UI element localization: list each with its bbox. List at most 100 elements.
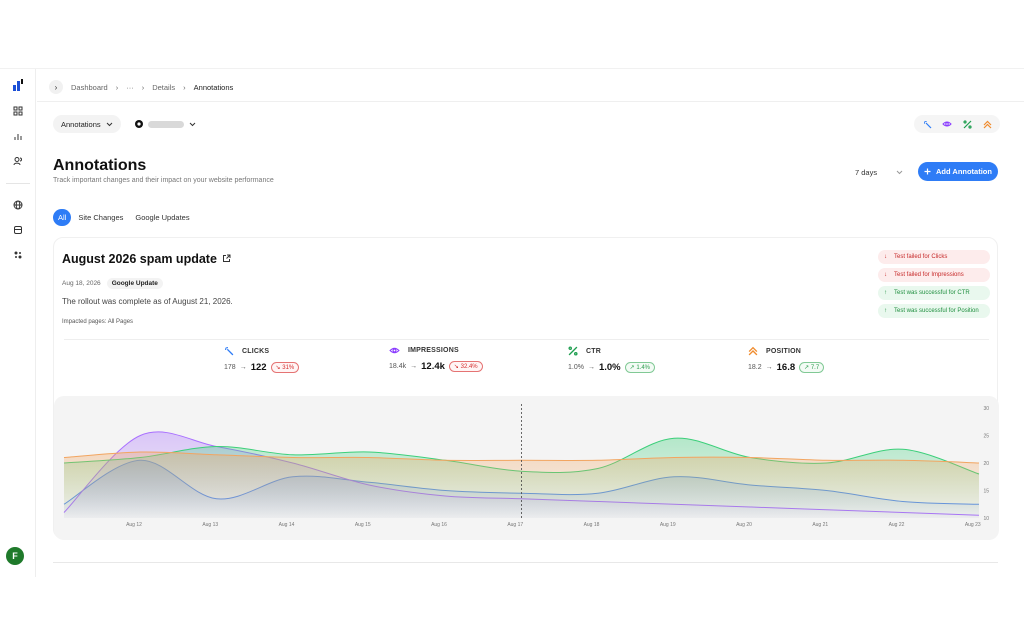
- test-results: ↓ Test failed for Clicks ↓ Test failed for…: [878, 250, 990, 322]
- metric-position: POSITION 18.2 → 16.8 ↗ 7.7: [748, 346, 898, 373]
- test-result-label: Test was successful for Position: [894, 308, 979, 314]
- x-tick-label: Aug 22: [889, 522, 905, 528]
- arrow-up-icon: ↑: [884, 290, 887, 296]
- integrations-icon[interactable]: [8, 245, 28, 265]
- storage-icon[interactable]: [8, 220, 28, 240]
- app-window: F › Dashboard › ··· › Details › Annotati…: [0, 68, 1024, 577]
- annotation-date: Aug 18, 2026: [62, 280, 101, 287]
- card-divider: [64, 339, 989, 340]
- add-annotation-button[interactable]: Add Annotation: [918, 162, 998, 181]
- annotation-type-badge: Google Update: [106, 278, 163, 289]
- annotation-description: The rollout was complete as of August 21…: [62, 297, 233, 306]
- arrow-up-icon: ↑: [884, 308, 887, 314]
- metric-to: 1.0%: [598, 362, 621, 373]
- tab-google-updates[interactable]: Google Updates: [130, 209, 194, 226]
- y-tick-label: 15: [983, 489, 989, 495]
- plus-icon: [924, 168, 931, 175]
- arrow-right-icon: →: [765, 364, 773, 371]
- header-divider: [37, 101, 1024, 102]
- metric-from: 1.0%: [568, 364, 584, 371]
- metric-change-badge: ↗ 1.4%: [624, 362, 656, 373]
- page-title: Annotations: [53, 157, 147, 174]
- date-range-label: 7 days: [855, 167, 878, 177]
- breadcrumb: › Dashboard › ··· › Details › Annotation…: [49, 79, 233, 95]
- test-result-position: ↑ Test was successful for Position: [878, 304, 990, 318]
- ctr-toggle-icon[interactable]: [958, 116, 976, 132]
- metric-change: 1.4%: [636, 365, 651, 371]
- y-tick-label: 10: [983, 516, 989, 522]
- chevron-down-icon: [189, 122, 196, 126]
- sidebar-divider: [6, 183, 30, 184]
- annotation-title[interactable]: August 2026 spam update: [62, 252, 231, 266]
- arrow-down-icon: ↓: [884, 272, 887, 278]
- main-content: › Dashboard › ··· › Details › Annotation…: [37, 69, 1024, 577]
- metric-change-badge: ↘ 32.4%: [448, 361, 483, 372]
- test-result-clicks: ↓ Test failed for Clicks: [878, 250, 990, 264]
- breadcrumb-dashboard[interactable]: Dashboard: [71, 83, 108, 92]
- external-link-icon[interactable]: [222, 254, 231, 263]
- metric-name: CLICKS: [242, 347, 270, 355]
- metric-from: 178: [224, 364, 236, 371]
- metric-name: POSITION: [766, 347, 802, 355]
- test-result-label: Test failed for Clicks: [894, 254, 948, 260]
- impressions-toggle-icon[interactable]: [938, 116, 956, 132]
- breadcrumb-separator: ›: [183, 82, 186, 92]
- tab-all[interactable]: All: [53, 209, 72, 226]
- breadcrumb-separator: ›: [141, 82, 145, 92]
- sidebar: F: [0, 69, 36, 577]
- x-tick-label: Aug 17: [507, 522, 523, 528]
- x-tick-label: Aug 18: [584, 522, 600, 528]
- app-logo-icon[interactable]: [8, 75, 28, 95]
- section-divider: [53, 562, 998, 563]
- metric-name: IMPRESSIONS: [408, 347, 459, 354]
- metric-impressions: IMPRESSIONS 18.4k → 12.4k ↘ 32.4%: [389, 346, 539, 372]
- x-tick-label: Aug 19: [660, 522, 676, 528]
- metric-to: 16.8: [776, 362, 796, 373]
- position-toggle-icon[interactable]: [978, 116, 996, 132]
- metric-to: 122: [250, 362, 267, 373]
- metric-change: 32.4%: [460, 364, 478, 370]
- breadcrumb-details[interactable]: Details: [152, 83, 175, 92]
- dashboard-grid-icon[interactable]: [8, 101, 28, 121]
- x-tick-label: Aug 15: [355, 522, 371, 528]
- breadcrumb-separator: ›: [115, 82, 119, 92]
- rank-up-icon: [748, 346, 758, 356]
- site-favicon-icon: [135, 120, 143, 128]
- x-tick-label: Aug 23: [965, 522, 981, 528]
- metric-name: CTR: [586, 347, 601, 355]
- add-annotation-label: Add Annotation: [936, 167, 992, 176]
- x-tick-label: Aug 14: [279, 522, 295, 528]
- page-subtitle: Track important changes and their impact…: [53, 177, 274, 184]
- metric-to: 12.4k: [421, 361, 445, 372]
- globe-icon[interactable]: [8, 195, 28, 215]
- x-tick-label: Aug 16: [431, 522, 447, 528]
- date-range-select[interactable]: 7 days: [849, 163, 909, 181]
- metric-toggle-group: [914, 115, 1000, 133]
- clicks-toggle-icon[interactable]: [918, 116, 936, 132]
- sidebar-toggle-icon[interactable]: ›: [49, 80, 63, 94]
- test-result-ctr: ↑ Test was successful for CTR: [878, 286, 990, 300]
- test-result-impressions: ↓ Test failed for Impressions: [878, 268, 990, 282]
- breadcrumb-ellipsis[interactable]: ···: [126, 83, 134, 92]
- metric-change-badge: ↘ 31%: [270, 362, 300, 373]
- y-tick-label: 25: [983, 434, 989, 440]
- annotation-impacted-pages: Impacted pages: All Pages: [62, 319, 134, 325]
- page-select[interactable]: Annotations: [53, 115, 121, 133]
- site-select[interactable]: [127, 115, 204, 133]
- performance-chart: Aug 12 Aug 13 Aug 14 Aug 15 Aug 16 Aug 17 Aug …: [54, 396, 999, 540]
- analytics-chart-icon[interactable]: [8, 126, 28, 146]
- chevron-down-icon: [896, 170, 903, 174]
- metric-from: 18.4k: [389, 363, 407, 370]
- tab-site-changes[interactable]: Site Changes: [73, 209, 128, 226]
- annotation-card: August 2026 spam update Aug 18, 2026 Goo…: [53, 237, 999, 540]
- metric-ctr: CTR 1.0% → 1.0% ↗ 1.4%: [568, 346, 718, 373]
- percent-icon: [568, 346, 578, 356]
- chevron-down-icon: [106, 122, 112, 126]
- user-avatar[interactable]: F: [6, 547, 24, 565]
- page-select-label: Annotations: [61, 119, 101, 129]
- filter-tabs: All Site Changes Google Updates: [53, 209, 195, 226]
- metric-change: 31%: [282, 365, 295, 371]
- annotation-meta: Aug 18, 2026 Google Update: [62, 278, 163, 289]
- users-icon[interactable]: [8, 151, 28, 171]
- x-tick-label: Aug 20: [736, 522, 752, 528]
